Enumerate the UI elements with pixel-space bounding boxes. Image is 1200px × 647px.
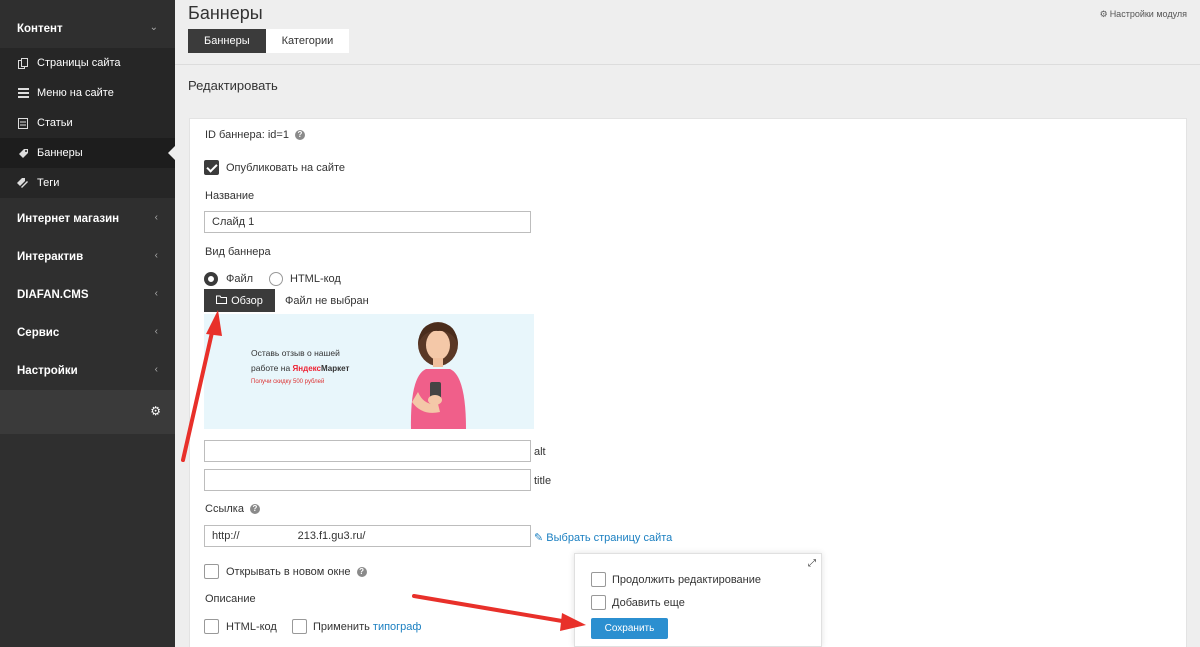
name-label: Название <box>205 190 255 202</box>
help-icon[interactable]: ? <box>294 130 305 140</box>
browse-button-label: Обзор <box>231 294 263 307</box>
save-panel: ⤢ Продолжить редактирование Добавить еще… <box>574 553 822 647</box>
sidebar-item-banners[interactable]: Баннеры <box>0 138 175 168</box>
help-icon[interactable]: ? <box>249 504 260 514</box>
title-label: title <box>534 475 552 487</box>
chevron-left-icon: ‹ <box>154 250 158 261</box>
sidebar-item-menu[interactable]: Меню на сайте <box>0 78 175 108</box>
expand-icon[interactable]: ⤢ <box>808 558 816 569</box>
sidebar-item-label: Страницы сайта <box>37 57 121 69</box>
sidebar-section-label: Интерактив <box>17 251 84 263</box>
continue-editing-label: Продолжить редактирование <box>612 574 761 586</box>
sidebar-section-label: Интернет магазин <box>17 213 120 225</box>
copy-icon <box>17 57 29 69</box>
sidebar-section-shop[interactable]: Интернет магазин ‹ <box>0 200 175 238</box>
banner-preview-image: Оставь отзыв о нашей работе на ЯндексМар… <box>204 314 534 429</box>
chevron-left-icon: ‹ <box>154 364 158 375</box>
publish-checkbox[interactable] <box>204 160 219 175</box>
header-divider <box>175 64 1200 65</box>
alt-label: alt <box>534 446 546 458</box>
banner-id-label: ID баннера: id=1? <box>205 129 305 141</box>
link-input[interactable]: http:// 213.f1.gu3.ru/ <box>204 525 531 547</box>
choose-page-link[interactable]: ✎ Выбрать страницу сайта <box>534 531 672 544</box>
folder-icon <box>216 295 228 307</box>
tags-icon <box>17 177 29 189</box>
no-file-text: Файл не выбран <box>285 295 369 307</box>
gear-icon[interactable]: ⚙ <box>150 404 161 418</box>
tab-banners[interactable]: Баннеры <box>188 29 266 53</box>
apply-typograph-label: Применить типограф <box>313 621 421 633</box>
sidebar-item-label: Статьи <box>37 117 73 129</box>
sidebar-section-label: Контент <box>17 23 63 35</box>
add-more-checkbox[interactable] <box>591 595 606 610</box>
typograph-checkbox[interactable] <box>292 619 307 634</box>
module-settings-link[interactable]: ⚙ Настройки модуля <box>1100 9 1187 20</box>
page-title: Баннеры <box>188 3 263 23</box>
new-window-label: Открывать в новом окне? <box>226 566 367 578</box>
sidebar-item-label: Меню на сайте <box>37 87 114 99</box>
list-icon <box>17 87 29 99</box>
banner-id-text: ID баннера: id=1 <box>205 129 289 141</box>
name-input[interactable]: Слайд 1 <box>204 211 531 233</box>
sidebar-item-label: Баннеры <box>37 147 83 159</box>
tab-categories[interactable]: Категории <box>265 29 350 53</box>
module-settings-label: Настройки модуля <box>1109 9 1187 19</box>
html-code-label: HTML-код <box>226 621 277 633</box>
sidebar-item-pages[interactable]: Страницы сайта <box>0 48 175 78</box>
sidebar-section-content[interactable]: Контент ⌄ <box>0 10 175 48</box>
tag-icon <box>17 147 29 159</box>
sidebar-item-label: Теги <box>37 177 60 189</box>
publish-label: Опубликовать на сайте <box>226 162 346 174</box>
save-button[interactable]: Сохранить <box>591 618 668 639</box>
sidebar-section-diafan[interactable]: DIAFAN.CMS ‹ <box>0 276 175 314</box>
pencil-icon: ✎ <box>534 532 544 544</box>
tabs: Баннеры Категории <box>188 29 350 53</box>
sidebar-item-articles[interactable]: Статьи <box>0 108 175 138</box>
banner-type-label: Вид баннера <box>205 246 271 258</box>
type-html-radio[interactable] <box>269 272 283 286</box>
new-window-text: Открывать в новом окне <box>226 566 351 578</box>
sidebar: Контент ⌄ Страницы сайта Меню на сайте С… <box>0 0 175 647</box>
document-icon <box>17 117 29 129</box>
typograph-link[interactable]: типограф <box>373 621 422 633</box>
description-label: Описание <box>205 593 256 605</box>
help-icon[interactable]: ? <box>356 567 367 577</box>
section-title: Редактировать <box>188 78 278 93</box>
chevron-down-icon: ⌄ <box>149 22 158 33</box>
type-file-label: Файл <box>226 273 254 285</box>
alt-input[interactable] <box>204 440 531 462</box>
link-label-text: Ссылка <box>205 503 244 515</box>
sidebar-item-tags[interactable]: Теги <box>0 168 175 198</box>
sidebar-section-interactive[interactable]: Интерактив ‹ <box>0 238 175 276</box>
browse-button[interactable]: Обзор <box>204 289 275 312</box>
apply-text: Применить <box>313 621 370 633</box>
chevron-left-icon: ‹ <box>154 326 158 337</box>
gear-icon: ⚙ <box>1099 9 1108 19</box>
chevron-left-icon: ‹ <box>154 288 158 299</box>
new-window-checkbox[interactable] <box>204 564 219 579</box>
type-file-radio[interactable] <box>204 272 218 286</box>
sidebar-section-label: DIAFAN.CMS <box>17 289 89 301</box>
sidebar-section-settings[interactable]: Настройки ‹ <box>0 352 175 390</box>
sidebar-footer: ⚙ <box>0 390 175 434</box>
link-label: Ссылка? <box>205 503 260 515</box>
sidebar-section-label: Сервис <box>17 327 60 339</box>
html-code-checkbox[interactable] <box>204 619 219 634</box>
add-more-label: Добавить еще <box>612 597 685 609</box>
chevron-left-icon: ‹ <box>154 212 158 223</box>
title-input[interactable] <box>204 469 531 491</box>
sidebar-section-label: Настройки <box>17 365 78 377</box>
continue-editing-checkbox[interactable] <box>591 572 606 587</box>
woman-with-phone-illustration <box>410 322 466 429</box>
choose-page-label: Выбрать страницу сайта <box>546 532 673 544</box>
type-html-label: HTML-код <box>290 273 341 285</box>
sidebar-section-service[interactable]: Сервис ‹ <box>0 314 175 352</box>
